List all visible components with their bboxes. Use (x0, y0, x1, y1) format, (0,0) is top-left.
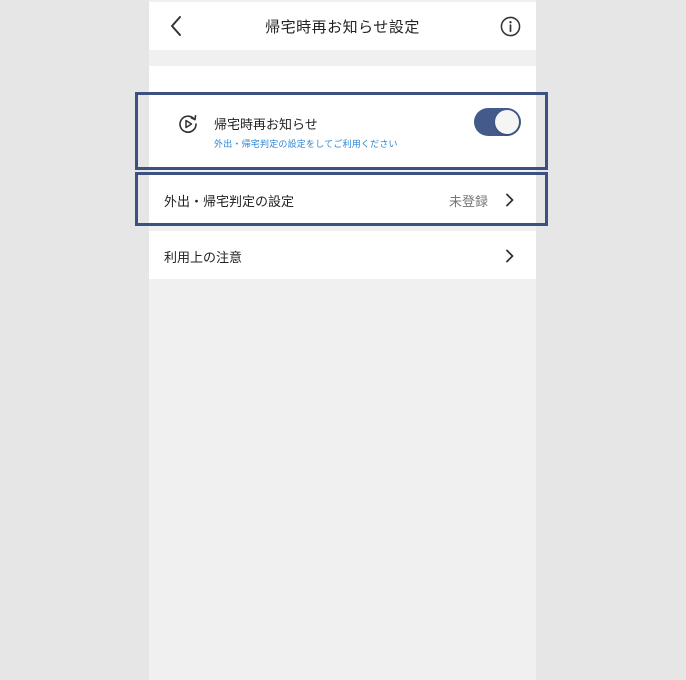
info-circle-icon[interactable] (500, 16, 521, 37)
page-title: 帰宅時再お知らせ設定 (265, 18, 420, 36)
chevron-right-icon (506, 249, 514, 263)
chevron-right-icon (506, 193, 514, 207)
replay-icon (179, 114, 197, 133)
return-notification-toggle[interactable] (474, 108, 521, 136)
registration-status: 未登録 (448, 195, 488, 210)
departure-return-setting-label: 外出・帰宅判定の設定 (164, 195, 295, 210)
toggle-knob (495, 110, 519, 134)
list-item-return-notification: 帰宅時再お知らせ 外出・帰宅判定の設定をしてご利用ください (149, 94, 536, 168)
usage-notes-label: 利用上の注意 (164, 251, 243, 266)
return-notification-label: 帰宅時再お知らせ (214, 118, 318, 133)
list-item-departure-return-setting[interactable]: 外出・帰宅判定の設定 未登録 (149, 174, 536, 226)
app-header: 帰宅時再お知らせ設定 (149, 2, 536, 50)
phone-screen: 帰宅時再お知らせ設定 帰宅時再お知らせ 外出・帰宅判定の設定をしてご利用ください… (149, 0, 536, 680)
list-item-usage-notes[interactable]: 利用上の注意 (149, 231, 536, 279)
section-spacer (149, 66, 536, 93)
return-notification-description: 外出・帰宅判定の設定をしてご利用ください (214, 140, 398, 150)
